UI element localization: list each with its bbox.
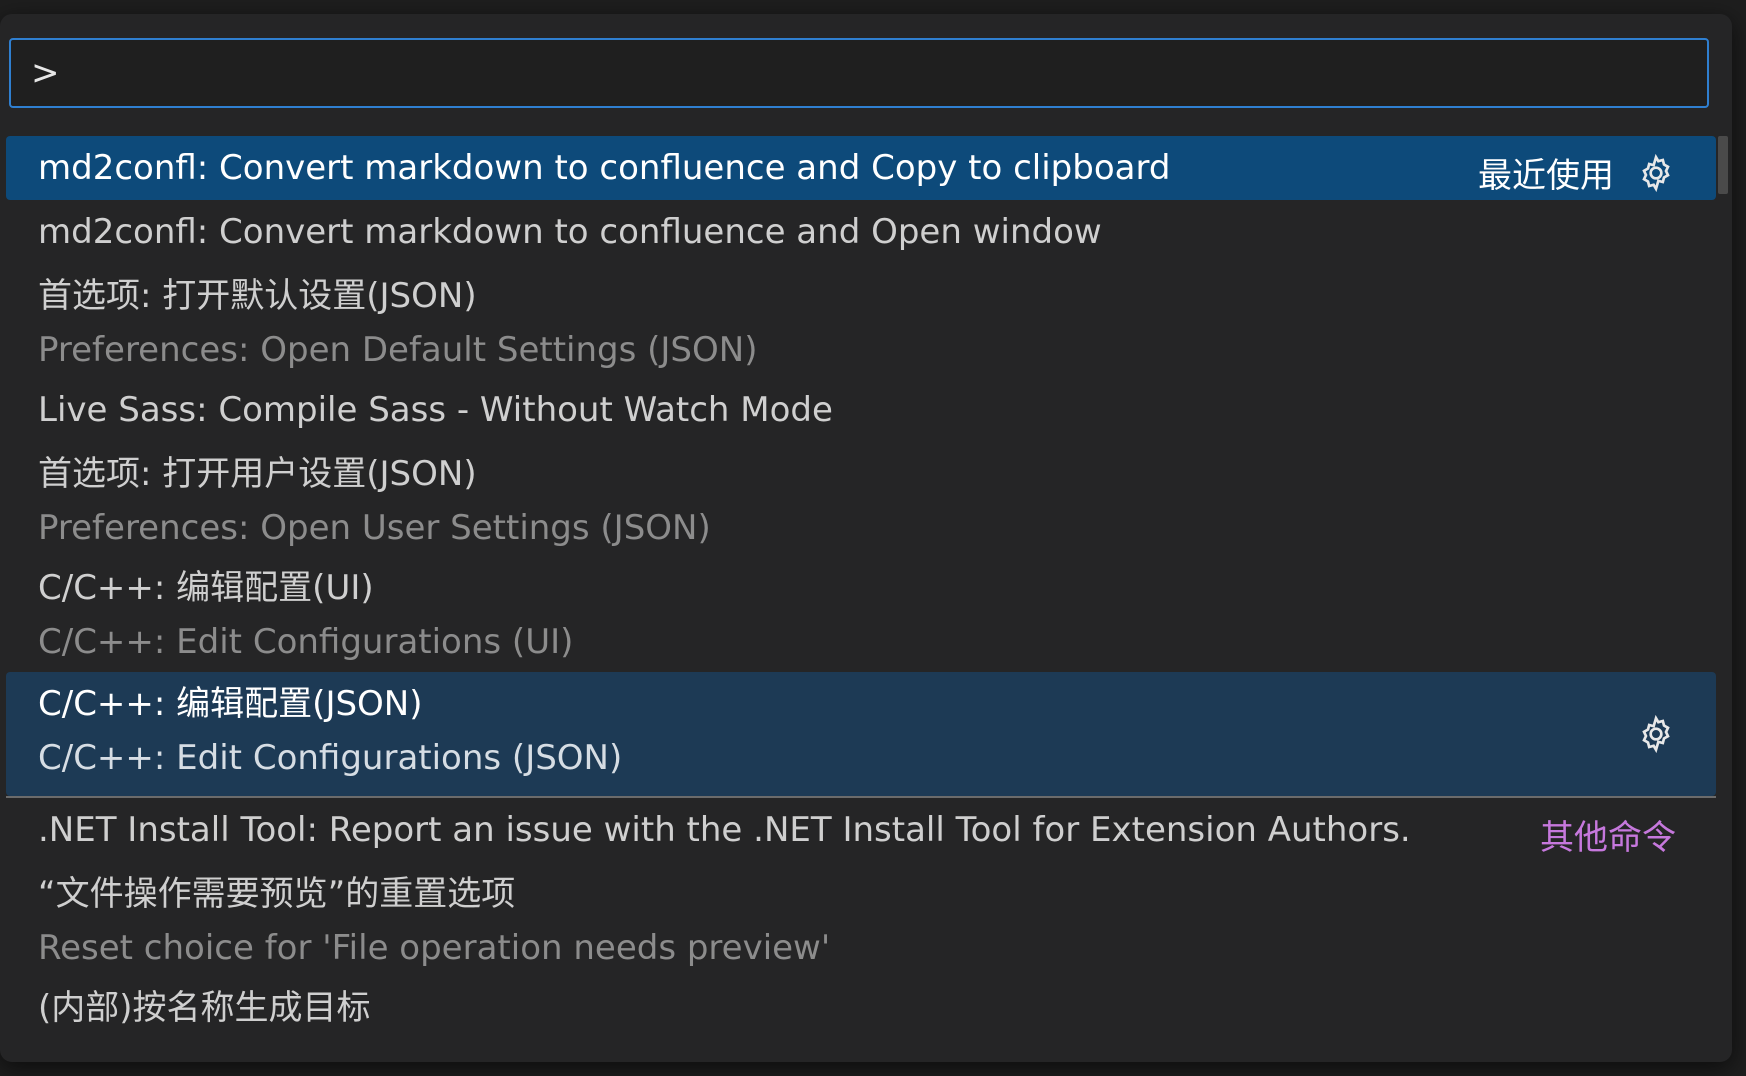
item-actions: 最近使用: [1478, 148, 1676, 197]
command-item-cpp-edit-ui[interactable]: C/C++: 编辑配置(UI) C/C++: Edit Configuratio…: [6, 556, 1716, 672]
command-label: “文件操作需要预览”的重置选项: [38, 874, 516, 914]
command-item-live-sass[interactable]: Live Sass: Compile Sass - Without Watch …: [6, 378, 1716, 442]
command-label: 首选项: 打开用户设置(JSON): [38, 454, 477, 494]
scrollbar-thumb[interactable]: [1718, 136, 1728, 194]
item-actions: 其他命令: [1540, 810, 1676, 859]
command-input-box[interactable]: [9, 38, 1709, 108]
gear-icon[interactable]: [1636, 714, 1676, 754]
item-actions: [1636, 714, 1676, 754]
command-label: 首选项: 打开默认设置(JSON): [38, 276, 477, 316]
command-input[interactable]: [11, 40, 1707, 106]
command-label: C/C++: 编辑配置(JSON): [38, 684, 423, 724]
command-detail: Preferences: Open Default Settings (JSON…: [38, 330, 758, 370]
command-item-md2confl-open[interactable]: md2confl: Convert markdown to confluence…: [6, 200, 1716, 264]
command-list: md2confl: Convert markdown to confluence…: [6, 136, 1716, 1040]
command-label: Live Sass: Compile Sass - Without Watch …: [38, 390, 833, 430]
command-item-open-default-settings[interactable]: 首选项: 打开默认设置(JSON) Preferences: Open Defa…: [6, 264, 1716, 378]
command-detail: Preferences: Open User Settings (JSON): [38, 508, 711, 548]
command-item-open-user-settings[interactable]: 首选项: 打开用户设置(JSON) Preferences: Open User…: [6, 442, 1716, 556]
recently-used-badge: 最近使用: [1478, 156, 1614, 196]
command-label: md2confl: Convert markdown to confluence…: [38, 148, 1171, 188]
command-item-generate-target-by-name[interactable]: (内部)按名称生成目标: [6, 976, 1716, 1040]
command-detail: C/C++: Edit Configurations (UI): [38, 622, 574, 662]
other-commands-badge: 其他命令: [1540, 818, 1676, 858]
command-label: md2confl: Convert markdown to confluence…: [38, 212, 1102, 252]
command-item-md2confl-copy[interactable]: md2confl: Convert markdown to confluence…: [6, 136, 1716, 200]
command-label: C/C++: 编辑配置(UI): [38, 568, 374, 608]
command-label: (内部)按名称生成目标: [38, 988, 371, 1028]
command-item-dotnet-report-issue[interactable]: .NET Install Tool: Report an issue with …: [6, 798, 1716, 862]
command-item-cpp-edit-json[interactable]: C/C++: 编辑配置(JSON) C/C++: Edit Configurat…: [6, 672, 1716, 796]
command-palette: md2confl: Convert markdown to confluence…: [0, 14, 1732, 1062]
command-detail: C/C++: Edit Configurations (JSON): [38, 738, 623, 778]
command-item-reset-file-operation-preview[interactable]: “文件操作需要预览”的重置选项 Reset choice for 'File o…: [6, 862, 1716, 976]
command-detail: Reset choice for 'File operation needs p…: [38, 928, 831, 968]
command-label: .NET Install Tool: Report an issue with …: [38, 810, 1411, 850]
gear-icon[interactable]: [1636, 153, 1676, 193]
